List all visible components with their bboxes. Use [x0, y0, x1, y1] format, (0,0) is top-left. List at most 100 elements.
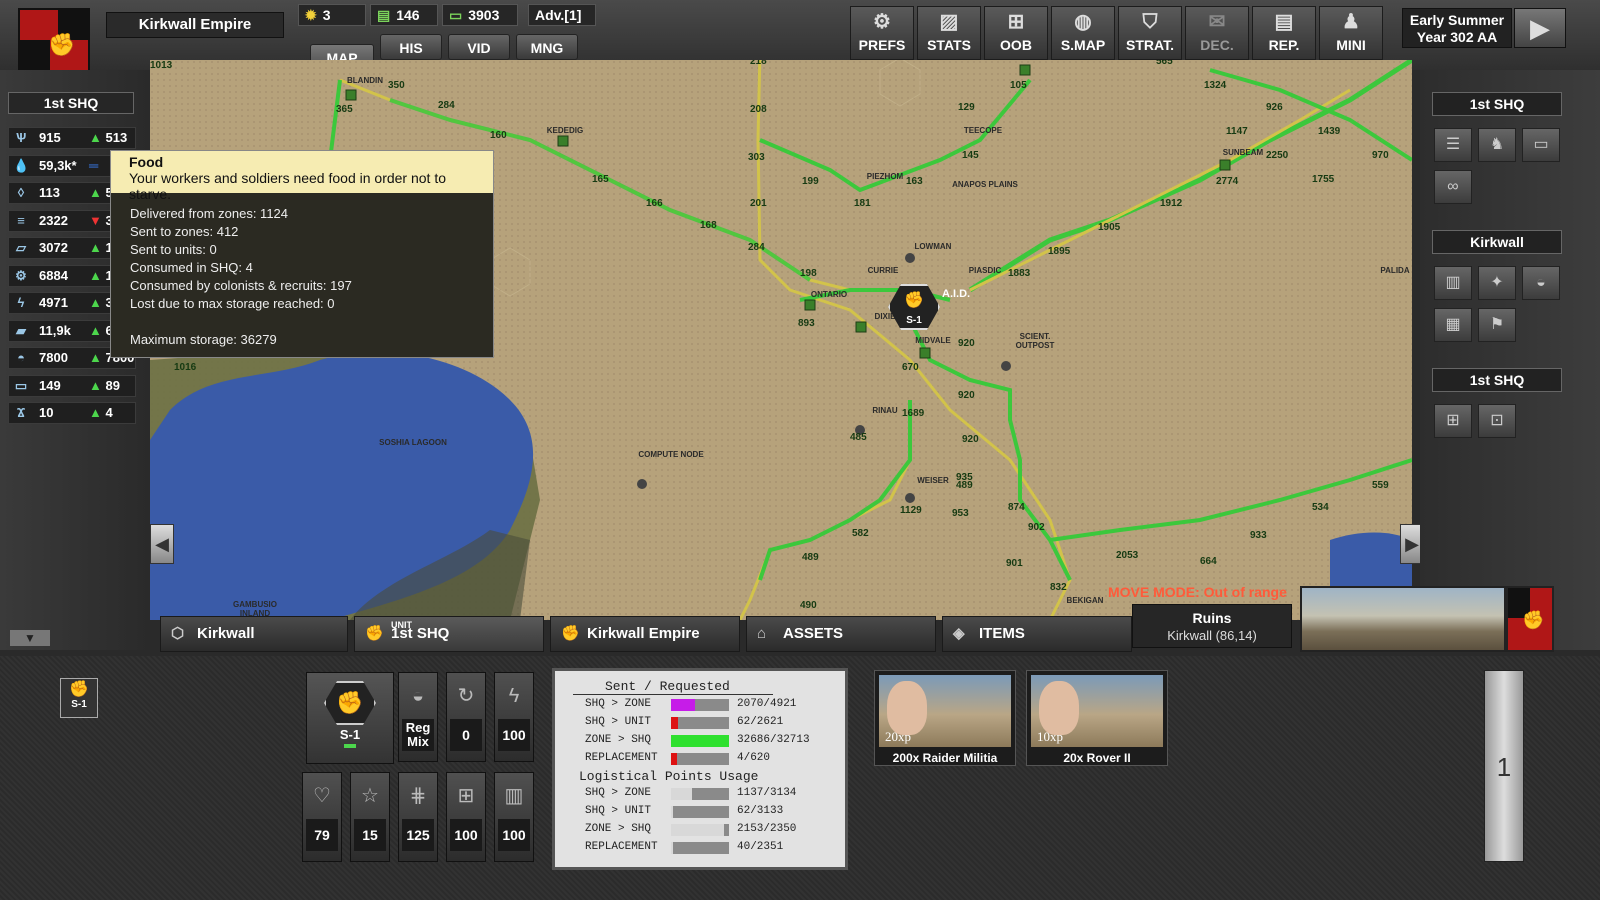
strat-button[interactable]: ⛉ STRAT.	[1118, 6, 1182, 60]
logistics-row: ZONE > SHQ 2153/2350	[555, 820, 845, 838]
map-supply-value: 565	[1156, 60, 1173, 67]
tab-unit[interactable]: ✊ UNIT 1st SHQ	[354, 616, 544, 652]
stats-button[interactable]: ▨ STATS	[917, 6, 981, 60]
logistics-bar	[671, 824, 729, 836]
flag-button[interactable]: ⚑	[1478, 308, 1516, 342]
map-place-label[interactable]: PALIDA	[1360, 266, 1412, 275]
map-place-label[interactable]: KEDEDIG	[530, 126, 600, 135]
tab-empire[interactable]: ✊ Kirkwall Empire	[550, 616, 740, 652]
smap-button[interactable]: ◍ S.MAP	[1051, 6, 1115, 60]
map-supply-value: 926	[1266, 102, 1283, 113]
stat-experience[interactable]: ☆ 15	[350, 772, 390, 862]
unit-emblem[interactable]: ✊ S-1	[306, 672, 394, 764]
unit-card[interactable]: 20xp 200x Raider Militia	[874, 670, 1016, 766]
unit-card[interactable]: 10xp 20x Rover II	[1026, 670, 1168, 766]
resource-chip[interactable]: ▤ 146	[370, 4, 438, 26]
logistics-row: SHQ > ZONE 1137/3134	[555, 784, 845, 802]
cash-button[interactable]: ▭	[1522, 128, 1560, 162]
map-supply-value: 166	[646, 198, 663, 209]
logistics-label: SHQ > UNIT	[585, 805, 652, 817]
map-supply-value: 181	[854, 198, 871, 209]
fist-icon: ✊	[69, 681, 89, 698]
logistics-label: SHQ > UNIT	[585, 716, 652, 728]
link-button[interactable]: ∞	[1434, 170, 1472, 204]
rep-button[interactable]: ▤ REP.	[1252, 6, 1316, 60]
arrow-up-icon: ▲	[89, 130, 106, 145]
map-supply-value: 145	[962, 150, 979, 161]
map-supply-value: 129	[958, 102, 975, 113]
logistics-value: 62/2621	[737, 716, 784, 728]
tab-items[interactable]: ◈ ITEMS	[942, 616, 1132, 652]
collapse-button[interactable]: ▼	[10, 630, 50, 646]
food-icon: Ѱ	[15, 130, 27, 145]
resource-delta: ═	[89, 156, 98, 176]
mini-button[interactable]: ♟ MINI	[1319, 6, 1383, 60]
page-indicator[interactable]: 1	[1484, 670, 1524, 862]
map-place-label[interactable]: ONTARIO	[794, 290, 864, 299]
map-supply-value: 1905	[1098, 222, 1121, 233]
prefs-button[interactable]: ⚙ PREFS	[850, 6, 914, 60]
list-button[interactable]: ☰	[1434, 128, 1472, 162]
tooltip-line: Sent to units: 0	[130, 242, 217, 257]
map-place-label[interactable]: CURRIE	[848, 266, 918, 275]
gear-icon: ⚙	[15, 267, 27, 283]
stat-rotation[interactable]: ↻ 0	[446, 672, 486, 762]
scroll-left-button[interactable]: ◀	[150, 524, 174, 564]
map-place-label[interactable]: COMPUTE NODE	[636, 450, 706, 459]
resource-chip[interactable]: ✹ 3	[298, 4, 366, 26]
map-supply-value: 490	[800, 600, 817, 611]
stat-command[interactable]: ⊞ 100	[446, 772, 486, 862]
dec-button[interactable]: ✉ DEC.	[1185, 6, 1249, 60]
map-place-label[interactable]: LOWMAN	[898, 242, 968, 251]
resource-chip[interactable]: ▭ 3903	[442, 4, 518, 26]
tooltip-line: Consumed by colonists & recruits: 197	[130, 278, 352, 293]
stat-troop-type[interactable]: ◒ Reg Mix	[398, 672, 438, 762]
helmet-button[interactable]: ◒	[1522, 266, 1560, 300]
stat-readiness[interactable]: ϟ 100	[494, 672, 534, 762]
map-supply-value: 2774	[1216, 176, 1239, 187]
zone-icon: ⬡	[171, 625, 185, 642]
stat-supply[interactable]: ▥ 100	[494, 772, 534, 862]
right-section-title[interactable]: 1st SHQ	[1432, 92, 1562, 116]
tab-mng[interactable]: MNG	[516, 34, 578, 60]
tab-zone[interactable]: ⬡ Kirkwall	[160, 616, 348, 652]
map-supply-value: 168	[700, 220, 717, 231]
tooltip-footer: Maximum storage: 36279	[130, 332, 277, 347]
lightning-icon: ϟ	[508, 685, 520, 707]
map-place-label[interactable]: SCIENT. OUTPOST	[1000, 332, 1070, 350]
unit-thumbnail[interactable]: ✊ S-1	[60, 678, 98, 718]
tab-his[interactable]: HIS	[380, 34, 442, 60]
logistics-bar	[671, 753, 729, 765]
resource-row[interactable]: Ϫ 10 ▲ 4	[8, 402, 136, 424]
right-section-title[interactable]: 1st SHQ	[1432, 368, 1562, 392]
map-place-label[interactable]: SOSHIA LAGOON	[378, 438, 448, 447]
tab-vid[interactable]: VID	[448, 34, 510, 60]
tab-assets[interactable]: ⌂ ASSETS	[746, 616, 936, 652]
stat-entrenchment[interactable]: ⋕ 125	[398, 772, 438, 862]
buildings-button[interactable]: ▦	[1434, 308, 1472, 342]
stat-health[interactable]: ♡ 79	[302, 772, 342, 862]
hierarchy-icon: ⊞	[1446, 412, 1460, 429]
resource-row[interactable]: Ѱ 915 ▲ 513	[8, 127, 136, 149]
date-display: Early Summer Year 302 AA	[1402, 8, 1512, 48]
shq-title[interactable]: 1st SHQ	[8, 92, 134, 114]
owner-flag: ✊	[1506, 586, 1554, 652]
muscle-button[interactable]: ✦	[1478, 266, 1516, 300]
resource-row[interactable]: ▭ 149 ▲ 89	[8, 374, 136, 397]
map-supply-value: 1895	[1048, 246, 1071, 257]
soldier-button[interactable]: ♞	[1478, 128, 1516, 162]
network-button[interactable]: ⊡	[1478, 404, 1516, 438]
oob-button[interactable]: ⊞ OOB	[984, 6, 1048, 60]
map-place-label[interactable]: ANAPOS PLAINS	[950, 180, 1020, 189]
hierarchy-button[interactable]: ⊞	[1434, 404, 1472, 438]
map-place-label[interactable]: TEECOPE	[948, 126, 1018, 135]
end-turn-button[interactable]: ▶	[1514, 8, 1566, 48]
logistics-bar	[671, 806, 729, 818]
chevron-down-icon: ▼	[24, 631, 36, 645]
empire-flag[interactable]: ✊	[18, 8, 90, 72]
right-section-title[interactable]: Kirkwall	[1432, 230, 1562, 254]
barrel-button[interactable]: ▥	[1434, 266, 1472, 300]
advisor-button[interactable]: Adv.[1]	[528, 4, 596, 26]
map-supply-value: 1013	[150, 60, 173, 71]
logistics-bar-fill	[671, 753, 677, 765]
